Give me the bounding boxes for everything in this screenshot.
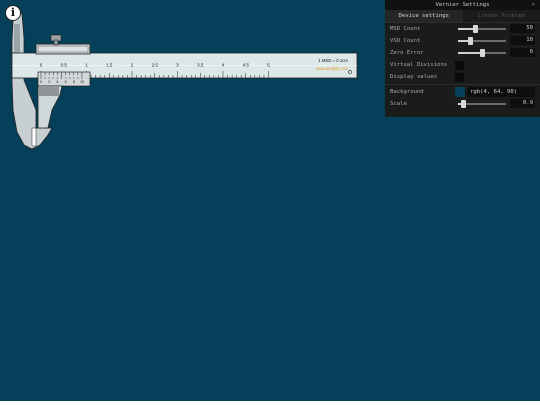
info-button[interactable]: i	[5, 5, 21, 21]
virtual-divisions-checkbox[interactable]	[455, 61, 464, 70]
main-scale-label: 1.5	[106, 63, 113, 68]
vsd-count-slider[interactable]	[458, 37, 506, 45]
main-scale-label: 4.5	[243, 63, 250, 68]
vernier-caliper: 0 0.5 1 1.5 2 2.5 3 3.5 4 4.5 5 0 2 4 6 8 10 0000000000…	[11, 11, 358, 150]
msd-count-label: MSD Count	[390, 26, 421, 32]
vsd-count-label: VSD Count	[390, 38, 421, 44]
simulation-canvas[interactable]: i 0 0.5 1 1.5 2 2.5 3 3.5 4 4.5 5 0 2 4 6 8 10 00000000…	[0, 0, 540, 401]
slider-head-upper	[37, 45, 89, 53]
vernier-scale-label: 4	[56, 80, 58, 84]
scale-slider[interactable]	[458, 100, 506, 108]
panel-title[interactable]: Vernier Settings ×	[385, 0, 540, 10]
background-color-swatch[interactable]	[455, 87, 465, 97]
moving-jaw-shadow	[39, 86, 59, 96]
display-values-checkbox[interactable]	[455, 73, 464, 82]
vsd-count-row: VSD Count 10	[385, 35, 540, 47]
display-values-label: Display values	[390, 74, 438, 80]
tab-device-settings[interactable]: Device settings	[385, 10, 463, 22]
msd-count-row: MSD Count 50	[385, 23, 540, 35]
jaw-tip	[31, 127, 37, 147]
virtual-divisions-row: Virtual Divisions	[385, 59, 540, 71]
brand-link: www.amplify.com	[316, 66, 349, 71]
settings-panel: Vernier Settings × Device settings Creat…	[385, 0, 540, 117]
panel-divider	[385, 84, 540, 85]
main-scale-label: 2.5	[152, 63, 159, 68]
msd-count-slider[interactable]	[458, 25, 506, 33]
msd-count-input[interactable]: 50	[510, 24, 535, 33]
vsd-count-input[interactable]: 10	[510, 36, 535, 45]
main-scale-label: 0.5	[61, 63, 68, 68]
close-icon[interactable]: ×	[532, 0, 535, 10]
vernier-scale-label: 0	[40, 80, 42, 84]
scale-input[interactable]: 0.9	[510, 99, 535, 108]
panel-tabs: Device settings Create Problem	[385, 10, 540, 23]
background-color-input[interactable]: rgb(4, 64, 90)	[467, 87, 535, 97]
display-values-row: Display values	[385, 71, 540, 83]
main-scale-label: 3.5	[197, 63, 204, 68]
scale-label: Scale	[390, 101, 407, 107]
zero-error-input[interactable]: 0	[510, 48, 535, 57]
virtual-divisions-label: Virtual Divisions	[390, 62, 448, 68]
tab-create-problem[interactable]: Create Problem	[463, 10, 540, 22]
background-row: Background rgb(4, 64, 90)	[385, 86, 540, 98]
zero-error-label: Zero Error	[390, 50, 424, 56]
zero-error-row: Zero Error 0	[385, 47, 540, 59]
background-label: Background	[390, 89, 424, 95]
vernier-scale-label: 8	[73, 80, 75, 84]
vernier-scale-label: 10	[80, 80, 84, 84]
msd-note: 1 MSD = 0.1cm	[318, 58, 348, 63]
zero-error-slider[interactable]	[458, 49, 506, 57]
scale-row: Scale 0.9	[385, 98, 540, 110]
vernier-scale-label: 6	[65, 80, 67, 84]
vernier-scale-label: 2	[48, 80, 50, 84]
